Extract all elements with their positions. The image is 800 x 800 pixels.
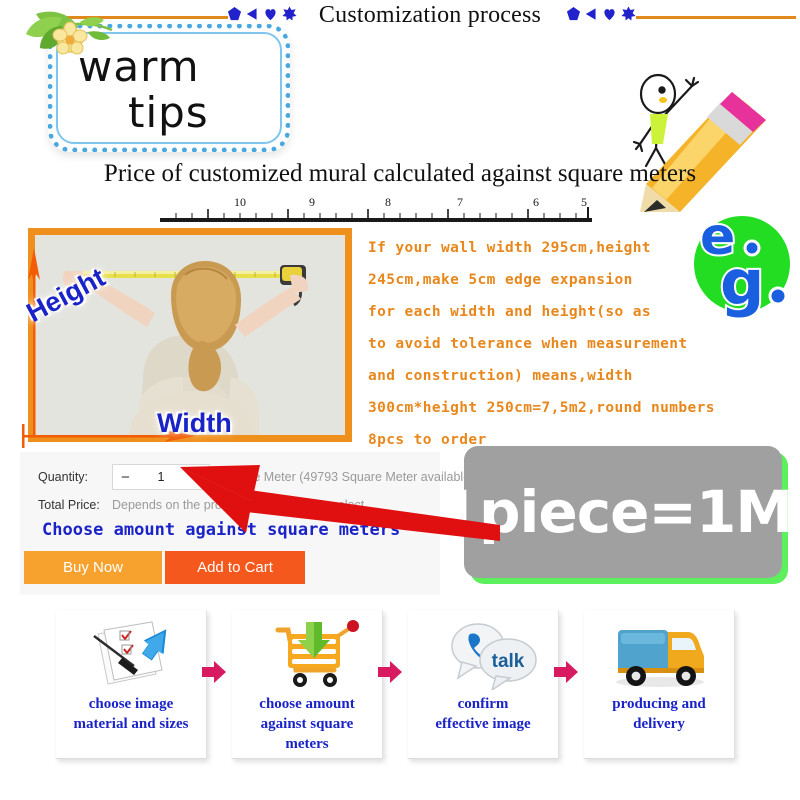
headline: Price of customized mural calculated aga… <box>103 160 697 187</box>
buy-now-button[interactable]: Buy Now <box>24 551 162 584</box>
pentagon-icon <box>566 6 581 21</box>
quantity-value[interactable]: 1 <box>158 470 165 484</box>
step-caption-4: producing and delivery <box>612 696 706 732</box>
step-caption-3: confirm effective image <box>435 696 531 732</box>
step-card-3: talk confirm effective image <box>408 610 559 759</box>
document-checklist-icon <box>93 621 167 685</box>
page-title: Customization process <box>318 2 542 28</box>
ruler-tick-8: 8 <box>385 196 391 209</box>
quantity-label: Quantity: <box>38 470 89 484</box>
step-card-1: choose image material and sizes <box>56 610 207 759</box>
step-arrow-1 <box>202 661 226 683</box>
header-rule-right <box>636 16 796 19</box>
triangle-icon <box>585 7 596 20</box>
piece-badge-exponent: 2 <box>792 492 800 518</box>
quantity-decrement-button[interactable]: − <box>121 470 130 485</box>
pencil-stick-figure-icon <box>632 73 766 212</box>
ruler-tick-5: 5 <box>581 196 587 209</box>
step-caption-1: choose image material and sizes <box>73 696 189 732</box>
ruler-graphic: 10 9 8 7 6 5 <box>160 196 592 222</box>
example-line-1: If your wall width 295cm,height <box>368 240 652 256</box>
example-line-2: 245cm,make 5cm edge expansion <box>368 272 633 288</box>
shopping-cart-icon <box>275 620 359 687</box>
ruler-tick-6: 6 <box>533 196 539 209</box>
red-pointer-arrow <box>180 465 500 541</box>
example-line-4: to avoid tolerance when measurement <box>368 336 688 352</box>
header-decoration-right <box>566 6 636 21</box>
warm-tips-line2: tips <box>128 88 209 137</box>
ruler-tick-7: 7 <box>457 196 463 209</box>
ruler-tick-9: 9 <box>309 196 315 209</box>
step-arrow-2 <box>378 661 402 683</box>
ruler-tick-10: 10 <box>234 196 246 209</box>
delivery-truck-icon <box>616 630 704 687</box>
header-decoration-left <box>227 6 297 21</box>
pentagon-icon <box>227 6 242 21</box>
total-price-label: Total Price: <box>38 498 100 512</box>
talk-bubbles-icon: talk <box>451 623 537 690</box>
example-text-block: If your wall width 295cm,height 245cm,ma… <box>368 232 788 456</box>
width-label: Width <box>157 408 232 438</box>
step-card-4: producing and delivery <box>584 610 735 759</box>
step-caption-2: choose amount against square meters <box>259 696 355 752</box>
star-icon <box>621 6 636 21</box>
svg-text:talk: talk <box>492 651 525 672</box>
customization-process-infographic: Customization process warm tips Price of… <box>0 0 800 800</box>
heart-icon <box>265 8 276 20</box>
process-steps: choose image material and sizes choose a… <box>0 600 800 800</box>
star-icon <box>282 6 297 21</box>
example-line-5: and construction) means,width <box>368 368 633 384</box>
step-arrow-3 <box>554 661 578 683</box>
add-to-cart-button[interactable]: Add to Cart <box>165 551 305 584</box>
example-line-3: for each width and height(so as <box>368 304 652 320</box>
triangle-icon <box>246 7 257 20</box>
heart-icon <box>604 8 615 20</box>
piece-equals-badge: 1piece=1M2 <box>440 446 800 578</box>
example-line-6: 300cm*height 250cm=7,5m2,round numbers <box>368 400 715 416</box>
step-card-2: choose amount against square meters <box>232 610 383 759</box>
flower-leaves-icon <box>26 11 113 55</box>
